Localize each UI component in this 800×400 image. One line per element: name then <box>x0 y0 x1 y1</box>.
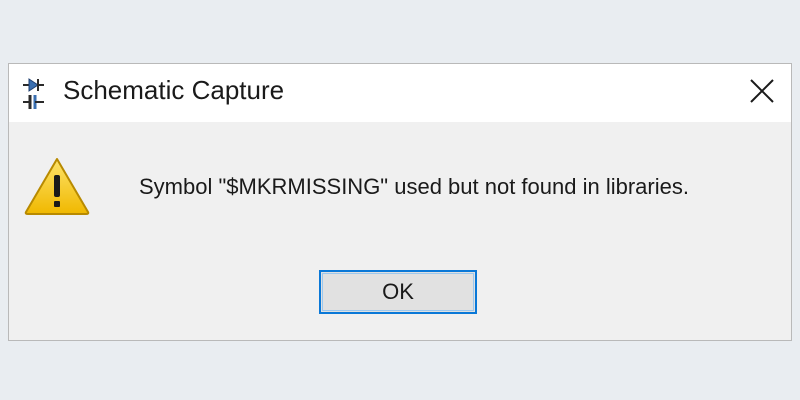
schematic-app-icon <box>21 76 45 110</box>
message-dialog: Schematic Capture Symbol "$MKRMISSING" u… <box>8 63 792 341</box>
close-button[interactable] <box>733 64 791 122</box>
warning-icon <box>23 156 91 216</box>
ok-button-label: OK <box>382 279 414 304</box>
dialog-titlebar[interactable]: Schematic Capture <box>9 64 791 122</box>
error-message: Symbol "$MKRMISSING" used but not found … <box>139 174 689 199</box>
dialog-title: Schematic Capture <box>63 75 285 105</box>
close-icon <box>749 78 775 109</box>
ok-button[interactable]: OK <box>319 270 477 314</box>
